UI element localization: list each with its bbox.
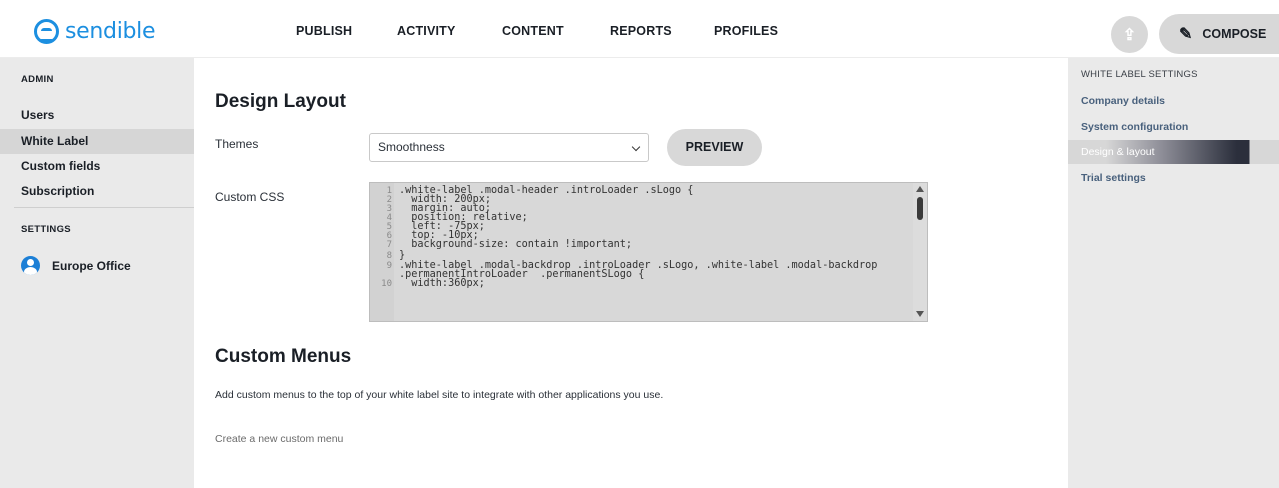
account-europe-office[interactable]: Europe Office — [21, 256, 131, 275]
nav-content[interactable]: CONTENT — [502, 24, 564, 38]
settings-item-trial-settings[interactable]: Trial settings — [1081, 172, 1146, 184]
compose-label: COMPOSE — [1202, 27, 1267, 41]
nav-activity[interactable]: ACTIVITY — [397, 24, 456, 38]
create-custom-menu-link[interactable]: Create a new custom menu — [215, 433, 343, 445]
nav-profiles[interactable]: PROFILES — [714, 24, 778, 38]
account-name: Europe Office — [52, 258, 131, 273]
compose-button[interactable]: ✎ COMPOSE — [1159, 14, 1279, 54]
editor-scrollbar[interactable] — [913, 183, 927, 321]
upload-icon: ⇪ — [1122, 26, 1137, 44]
sidebar-item-custom-fields[interactable]: Custom fields — [0, 154, 194, 179]
pencil-icon: ✎ — [1179, 26, 1193, 43]
scroll-up-icon[interactable] — [916, 186, 924, 192]
right-sidebar: WHITE LABEL SETTINGS Company details Sys… — [1068, 58, 1279, 488]
upload-button[interactable]: ⇪ — [1111, 16, 1148, 53]
nav-reports[interactable]: REPORTS — [610, 24, 672, 38]
custom-menus-title: Custom Menus — [215, 346, 352, 367]
settings-item-company-details[interactable]: Company details — [1081, 95, 1165, 107]
white-label-settings-heading: WHITE LABEL SETTINGS — [1081, 69, 1198, 80]
settings-heading: SETTINGS — [21, 224, 71, 235]
design-layout-title: Design Layout — [215, 91, 346, 112]
settings-item-system-configuration[interactable]: System configuration — [1081, 121, 1188, 133]
user-avatar-icon — [21, 256, 40, 275]
code-line: 7 background-size: contain !important; — [386, 239, 633, 250]
sidebar-item-white-label[interactable]: White Label — [0, 129, 194, 154]
sendible-logo-icon — [34, 19, 59, 44]
nav-publish[interactable]: PUBLISH — [296, 24, 352, 38]
preview-button[interactable]: PREVIEW — [667, 129, 762, 166]
sidebar-divider — [14, 207, 194, 208]
custom-css-editor[interactable]: 1 .white-label .modal-header .introLoader… — [369, 182, 928, 322]
admin-heading: ADMIN — [21, 74, 54, 85]
logo-text: sendible — [65, 19, 156, 44]
code-line: 10 width:360px; — [381, 278, 485, 289]
themes-select-value: Smoothness — [378, 140, 445, 154]
themes-label: Themes — [215, 137, 259, 151]
chevron-down-icon — [631, 142, 641, 152]
top-bar: sendible PUBLISH ACTIVITY CONTENT REPORT… — [0, 0, 1279, 58]
left-sidebar: ADMIN Users White Label Custom fields Su… — [0, 58, 194, 488]
sidebar-item-users[interactable]: Users — [0, 103, 194, 128]
sendible-logo[interactable]: sendible — [34, 19, 156, 44]
custom-menus-description: Add custom menus to the top of your whit… — [215, 389, 664, 401]
custom-css-label: Custom CSS — [215, 190, 285, 204]
scroll-down-icon[interactable] — [916, 311, 924, 317]
scroll-thumb[interactable] — [917, 197, 923, 220]
sidebar-item-subscription[interactable]: Subscription — [0, 179, 194, 204]
settings-item-design-layout[interactable]: Design & layout — [1068, 140, 1279, 164]
themes-select[interactable]: Smoothness — [369, 133, 649, 162]
